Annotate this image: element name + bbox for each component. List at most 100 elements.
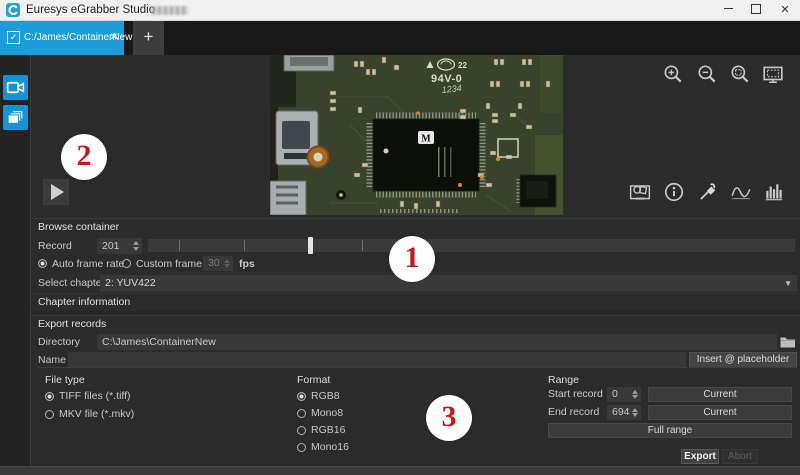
annotation-badge-3: 3: [426, 395, 472, 441]
slider-handle[interactable]: [308, 237, 313, 254]
name-input[interactable]: [68, 352, 686, 368]
format-mono16-label: Mono16: [311, 441, 349, 453]
svg-text:22: 22: [458, 61, 467, 70]
play-button[interactable]: [43, 179, 69, 205]
select-chapter-label: Select chapter: [38, 277, 106, 289]
file-type-mkv-radio[interactable]: [45, 410, 54, 419]
camera-view-button[interactable]: [3, 75, 28, 100]
name-label: Name: [38, 354, 67, 366]
export-button[interactable]: Export: [681, 449, 719, 464]
zoom-out-button[interactable]: [696, 63, 718, 85]
display-settings-button[interactable]: [629, 181, 651, 203]
eyedropper-icon: [700, 183, 716, 200]
format-rgb16-radio[interactable]: [297, 426, 306, 435]
svg-text:M: M: [421, 134, 431, 145]
zoom-fit-icon: [731, 65, 749, 83]
format-rgb16-label: RGB16: [311, 424, 346, 436]
tab-bar: ✓ C:/James/ContainerNew ✕ +: [0, 21, 800, 55]
record-spinner[interactable]: 201: [97, 238, 142, 254]
fps-unit-label: fps: [239, 258, 255, 270]
fullscreen-button[interactable]: [762, 63, 784, 85]
abort-button: Abort: [722, 449, 758, 464]
format-rgb8-radio[interactable]: [297, 392, 306, 401]
svg-text:1234: 1234: [441, 83, 462, 95]
maximize-button[interactable]: [742, 0, 770, 20]
close-icon: ✕: [780, 4, 790, 16]
start-record-label: Start record: [548, 388, 603, 400]
zoom-in-icon: [664, 65, 682, 83]
new-tab-button[interactable]: +: [133, 21, 164, 55]
spin-up-icon: [224, 259, 230, 263]
format-mono8-radio[interactable]: [297, 409, 306, 418]
export-records-header: Export records: [31, 315, 800, 332]
format-mono8-label: Mono8: [311, 407, 344, 419]
camera-icon: [6, 81, 25, 94]
app-window: Euresys eGrabber Studio ✕ ✓ C:/James/Con…: [0, 0, 800, 475]
custom-frame-rate-radio[interactable]: [122, 259, 131, 268]
file-type-header: File type: [45, 374, 85, 386]
start-current-button[interactable]: Current: [648, 387, 792, 402]
spin-up-icon[interactable]: [632, 390, 638, 394]
minimize-button[interactable]: [714, 0, 742, 20]
spin-down-icon[interactable]: [133, 247, 139, 251]
range-header: Range: [548, 374, 579, 386]
browse-container-header: Browse container: [31, 218, 800, 235]
window-title: Euresys eGrabber Studio: [26, 4, 156, 16]
end-current-button[interactable]: Current: [648, 405, 792, 420]
fps-spinner[interactable]: 30: [203, 256, 233, 271]
spin-down-icon[interactable]: [632, 413, 638, 417]
container-view-button[interactable]: [3, 105, 28, 130]
app-logo-icon: [6, 3, 20, 17]
tab-close-icon[interactable]: ✕: [108, 21, 120, 55]
spin-up-icon[interactable]: [632, 408, 638, 412]
full-range-button[interactable]: Full range: [548, 423, 792, 438]
version-redacted: [152, 6, 188, 15]
line-profile-button[interactable]: [730, 181, 752, 203]
annotation-badge-1: 1: [389, 236, 435, 282]
pixel-picker-button[interactable]: [697, 181, 719, 203]
format-header: Format: [297, 374, 331, 386]
play-icon: [51, 184, 64, 200]
display-overlay-icon: [629, 185, 651, 200]
directory-input[interactable]: [97, 334, 777, 350]
format-mono16-radio[interactable]: [297, 443, 306, 452]
record-label: Record: [38, 240, 72, 252]
browse-directory-button[interactable]: [779, 334, 797, 350]
zoom-out-icon: [698, 65, 716, 83]
record-slider[interactable]: [148, 237, 795, 254]
tab-checkbox-icon[interactable]: ✓: [7, 31, 20, 44]
fullscreen-icon: [763, 66, 783, 83]
spin-down-icon: [224, 264, 230, 268]
chapter-selected-value: 2: YUV422: [105, 277, 156, 289]
directory-label: Directory: [38, 336, 81, 348]
layers-stack-icon: [7, 110, 24, 124]
waveform-icon: [731, 187, 751, 200]
insert-placeholder-button[interactable]: Insert @ placeholder: [689, 352, 797, 368]
auto-frame-rate-radio[interactable]: [38, 259, 47, 268]
end-record-label: End record: [548, 406, 600, 418]
spin-down-icon[interactable]: [632, 395, 638, 399]
info-button[interactable]: [663, 181, 685, 203]
maximize-icon: [751, 4, 761, 15]
chapter-tick: [244, 240, 245, 251]
end-record-spinner[interactable]: 694: [607, 405, 641, 420]
file-type-tiff-radio[interactable]: [45, 392, 54, 401]
zoom-in-button[interactable]: [662, 63, 684, 85]
histogram-button[interactable]: [763, 181, 785, 203]
annotation-badge-2: 2: [61, 134, 107, 180]
tab-container-new[interactable]: ✓ C:/James/ContainerNew ✕: [0, 21, 132, 55]
chapter-tick: [362, 240, 363, 251]
zoom-fit-button[interactable]: [729, 63, 751, 85]
minimize-icon: [723, 8, 733, 10]
folder-icon: [780, 337, 796, 348]
chapter-tick: [179, 240, 180, 251]
info-icon: [664, 182, 684, 202]
spin-up-icon[interactable]: [133, 241, 139, 245]
close-button[interactable]: ✕: [770, 0, 800, 20]
chapter-dropdown[interactable]: 2: YUV422 ▼: [100, 275, 797, 292]
auto-frame-rate-label: Auto frame rate: [52, 258, 125, 270]
chapter-information-header[interactable]: Chapter information: [31, 293, 800, 310]
viewer-image: M 22 94V-0 1234: [270, 55, 563, 215]
start-record-spinner[interactable]: 0: [607, 387, 641, 402]
title-bar: Euresys eGrabber Studio ✕: [0, 0, 800, 21]
